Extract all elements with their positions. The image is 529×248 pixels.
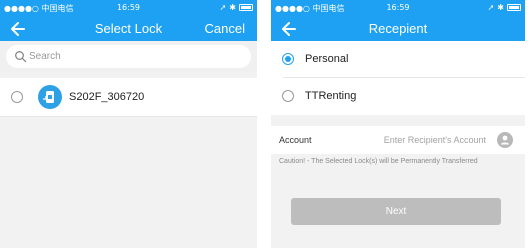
search-bar [0, 41, 257, 72]
recipient-type-label: TTRenting [305, 90, 357, 102]
status-bar: ●●●●○ 中国电信 16:59 ➚ ✱ [271, 0, 525, 16]
search-box[interactable] [6, 45, 251, 68]
battery-icon [507, 4, 521, 11]
bluetooth-icon: ✱ [497, 3, 504, 12]
location-arrow-icon: ➚ [487, 3, 495, 12]
battery-icon [239, 4, 253, 11]
caution-message: Caution! - The Selected Lock(s) will be … [279, 158, 478, 165]
lock-list-item[interactable]: S202F_306720 [0, 78, 257, 117]
contact-person-icon[interactable] [497, 132, 513, 148]
recipient-account-input[interactable] [361, 133, 486, 147]
recipient-type-label: Personal [305, 53, 349, 65]
lock-name: S202F_306720 [69, 91, 145, 103]
status-icons: ➚ ✱ [220, 3, 253, 12]
bluetooth-icon: ✱ [229, 3, 236, 12]
account-label: Account [279, 135, 312, 145]
recipient-type-personal[interactable]: Personal [271, 41, 525, 78]
nav-bar: Recepient [271, 16, 525, 41]
page-title: Recepient [368, 21, 428, 36]
lock-avatar [38, 85, 62, 109]
person-icon [501, 135, 509, 145]
ttrenting-radio-button[interactable] [282, 90, 294, 102]
recipient-type-ttrenting[interactable]: TTRenting [271, 78, 525, 115]
lock-icon [43, 91, 54, 103]
status-icons: ➚ ✱ [488, 3, 521, 12]
nav-bar: Select Lock Cancel [0, 16, 257, 41]
search-icon [15, 51, 27, 63]
account-row: Account [271, 126, 525, 154]
personal-radio-button[interactable] [282, 53, 294, 65]
lock-radio-button[interactable] [11, 91, 23, 103]
recipient-screen: ●●●●○ 中国电信 16:59 ➚ ✱ Recepient Personal … [271, 0, 525, 248]
status-bar: ●●●●○ 中国电信 16:59 ➚ ✱ [0, 0, 257, 16]
search-input[interactable] [29, 49, 229, 64]
next-button[interactable]: Next [291, 198, 501, 225]
location-arrow-icon: ➚ [219, 3, 227, 12]
select-lock-screen: ●●●●○ 中国电信 16:59 ➚ ✱ Select Lock Cancel [0, 0, 257, 248]
cancel-button[interactable]: Cancel [205, 21, 245, 36]
clock-time: 16:59 [116, 3, 141, 12]
